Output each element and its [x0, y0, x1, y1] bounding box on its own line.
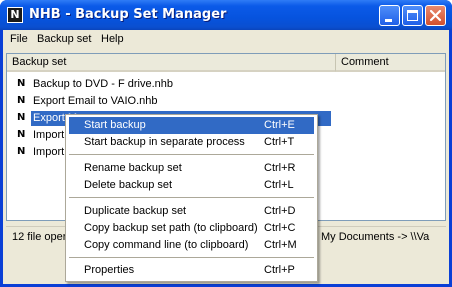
menu-item-label: Properties — [84, 264, 135, 276]
menu-help[interactable]: Help — [101, 33, 124, 45]
menu-item-properties[interactable]: Properties Ctrl+P — [69, 262, 314, 279]
minimize-button[interactable] — [379, 5, 400, 26]
menu-item-start-backup[interactable]: Start backup Ctrl+E — [69, 117, 314, 134]
menu-separator — [69, 257, 314, 258]
list-item-label: Backup to DVD - F drive.nhb — [33, 78, 174, 90]
window-title: NHB - Backup Set Manager — [29, 7, 227, 22]
menu-item-shortcut: Ctrl+E — [264, 119, 295, 131]
menu-separator — [69, 154, 314, 155]
menu-item-shortcut: Ctrl+C — [264, 222, 296, 234]
menu-item-copy-path[interactable]: Copy backup set path (to clipboard) Ctrl… — [69, 220, 314, 237]
menu-bar: File Backup set Help — [3, 30, 449, 49]
close-button[interactable] — [425, 5, 446, 26]
title-bar[interactable]: N NHB - Backup Set Manager — [0, 0, 452, 30]
column-header-comment[interactable]: Comment — [336, 54, 445, 72]
menu-item-shortcut: Ctrl+P — [264, 264, 295, 276]
menu-item-rename[interactable]: Rename backup set Ctrl+R — [69, 160, 314, 177]
status-path: My Documents -> \\Va — [321, 231, 430, 243]
menu-item-label: Rename backup set — [84, 162, 182, 174]
context-menu: Start backup Ctrl+E Start backup in sepa… — [65, 114, 318, 282]
list-item[interactable]: N Export Email to VAIO.nhb — [7, 92, 445, 110]
menu-item-start-backup-separate[interactable]: Start backup in separate process Ctrl+T — [69, 134, 314, 151]
menu-item-copy-command-line[interactable]: Copy command line (to clipboard) Ctrl+M — [69, 237, 314, 254]
menu-file[interactable]: File — [10, 33, 28, 45]
menu-item-label: Start backup in separate process — [84, 136, 245, 148]
menu-item-shortcut: Ctrl+T — [264, 136, 295, 148]
menu-item-label: Copy backup set path (to clipboard) — [84, 222, 258, 234]
menu-item-duplicate[interactable]: Duplicate backup set Ctrl+D — [69, 203, 314, 220]
menu-item-delete[interactable]: Delete backup set Ctrl+L — [69, 177, 314, 194]
menu-item-label: Copy command line (to clipboard) — [84, 239, 249, 251]
list-item-label: Export Email to VAIO.nhb — [33, 95, 158, 107]
menu-item-label: Start backup — [84, 119, 146, 131]
menu-item-shortcut: Ctrl+M — [264, 239, 297, 251]
close-icon — [429, 9, 442, 22]
column-header-backup-set[interactable]: Backup set — [7, 54, 336, 72]
menu-item-label: Duplicate backup set — [84, 205, 187, 217]
app-icon[interactable]: N — [7, 7, 23, 23]
menu-backup-set[interactable]: Backup set — [37, 33, 91, 45]
maximize-button[interactable] — [402, 5, 423, 26]
backup-set-icon: N — [17, 95, 26, 106]
backup-set-icon: N — [17, 78, 26, 89]
backup-set-icon: N — [17, 146, 26, 157]
list-item[interactable]: N Backup to DVD - F drive.nhb — [7, 75, 445, 93]
menu-item-shortcut: Ctrl+L — [264, 179, 294, 191]
backup-set-icon: N — [17, 129, 26, 140]
menu-separator — [69, 197, 314, 198]
menu-item-shortcut: Ctrl+D — [264, 205, 296, 217]
menu-item-label: Delete backup set — [84, 179, 173, 191]
maximize-icon — [407, 10, 418, 21]
minimize-icon — [385, 19, 392, 22]
backup-set-icon: N — [17, 112, 26, 123]
menu-item-shortcut: Ctrl+R — [264, 162, 296, 174]
status-text: 12 file opera — [12, 231, 73, 243]
